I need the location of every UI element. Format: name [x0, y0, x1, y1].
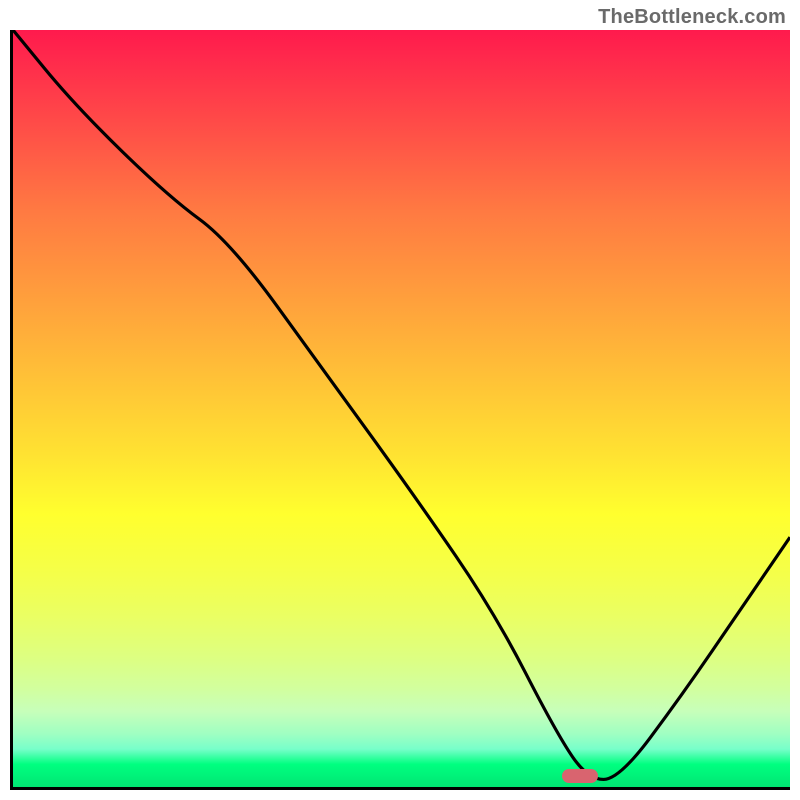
bottleneck-curve-path — [13, 30, 790, 779]
chart-line-svg — [13, 30, 790, 787]
chart-plot-area — [10, 30, 790, 790]
watermark-text: TheBottleneck.com — [598, 6, 786, 29]
optimal-marker — [562, 769, 598, 783]
